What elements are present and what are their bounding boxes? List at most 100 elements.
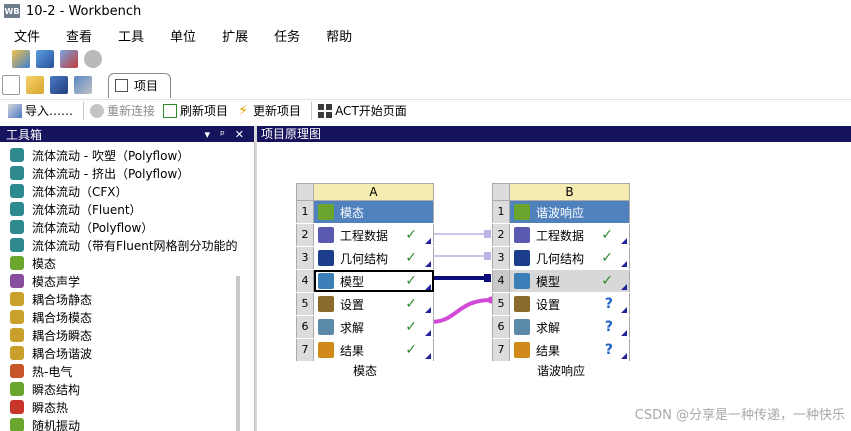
cell-component-icon — [514, 250, 530, 266]
system-cell[interactable]: 3 几何结构 ✓ — [492, 247, 630, 270]
cell-number: 5 — [296, 293, 314, 315]
analysis-system-icon — [10, 166, 24, 180]
menu-file[interactable]: 文件 — [0, 26, 52, 45]
header-corner — [492, 183, 510, 201]
act-start-page-button[interactable]: ACT开始页面 — [318, 102, 407, 119]
toolbox-item-label: 流体流动（Polyflow） — [32, 220, 154, 235]
reconnect-label: 重新连接 — [107, 104, 156, 118]
menu-view[interactable]: 查看 — [52, 26, 104, 45]
cell-label: 结果 — [536, 343, 561, 358]
cell-component-icon — [318, 342, 334, 358]
cell-number: 7 — [296, 339, 314, 361]
save-icon[interactable] — [36, 50, 54, 68]
toolbox-item-label: 耦合场瞬态 — [32, 328, 93, 343]
cell-label: 结果 — [340, 343, 365, 358]
system-cell[interactable]: 1 模态 — [296, 201, 434, 224]
tab-project[interactable]: 项目 — [108, 72, 172, 98]
system-cells: 1 模态 2 工程数据 ✓ 3 几何结构 ✓ 4 模型 ✓ 5 设置 ✓ 6 求解 ✓ 7 结果 ✓ — [296, 201, 434, 362]
cell-component-icon — [318, 227, 334, 243]
toolbox-item[interactable]: 耦合场模态 — [0, 308, 254, 326]
toolbox-item[interactable]: 耦合场谐波 — [0, 344, 254, 362]
new-project-icon[interactable] — [12, 50, 30, 68]
toolbox-item[interactable]: 耦合场瞬态 — [0, 326, 254, 344]
link-terminal — [484, 230, 491, 238]
system-cell[interactable]: 1 谐波响应 — [492, 201, 630, 224]
toolbox-item[interactable]: 随机振动 — [0, 416, 254, 431]
import-button[interactable]: 导入…… — [8, 102, 73, 119]
toolbox-list: 流体流动 - 吹塑（Polyflow） 流体流动 - 挤出（Polyflow） 流体… — [0, 142, 255, 431]
system-cell[interactable]: 4 模型 ✓ — [296, 270, 434, 293]
dropdown-arrow-icon[interactable]: ▾ — [205, 128, 211, 141]
menu-help[interactable]: 帮助 — [312, 26, 364, 45]
system-cell[interactable]: 7 结果 ✓ — [296, 339, 434, 362]
cell-number: 7 — [492, 339, 510, 361]
cell-number: 2 — [296, 224, 314, 246]
system-cell[interactable]: 6 求解? — [492, 316, 630, 339]
toolbox-item[interactable]: 模态声学 — [0, 272, 254, 290]
analysis-system-icon — [10, 346, 24, 360]
title-bar: WB 10-2 - Workbench — [0, 0, 851, 22]
system-name-label[interactable]: 模态 — [296, 362, 434, 379]
watermark-text: CSDN @分享是一种传递，一种快乐 — [634, 408, 845, 423]
cell-body: 谐波响应 — [510, 201, 630, 223]
toolbox-item[interactable]: 模态 — [0, 254, 254, 272]
toolbox-item-label: 随机振动 — [32, 418, 81, 431]
analysis-system-icon — [10, 400, 24, 414]
save-disk-icon[interactable] — [50, 76, 68, 94]
toolbox-item[interactable]: 流体流动（Polyflow） — [0, 218, 254, 236]
cell-number: 3 — [296, 247, 314, 269]
system-cell[interactable]: 2 工程数据 ✓ — [296, 224, 434, 247]
cell-context-triangle-icon — [621, 261, 627, 267]
new-file-icon[interactable] — [2, 75, 20, 95]
update-project-button[interactable]: ⚡ 更新项目 — [236, 102, 301, 119]
system-cell[interactable]: 6 求解 ✓ — [296, 316, 434, 339]
cell-context-triangle-icon — [621, 330, 627, 336]
toolbox-item[interactable]: 瞬态热 — [0, 398, 254, 416]
cell-body: 模态 — [314, 201, 434, 223]
cell-context-triangle-icon — [621, 353, 627, 359]
toolbox-scrollbar[interactable] — [236, 276, 240, 431]
cell-label: 工程数据 — [536, 228, 585, 243]
close-icon[interactable]: ✕ — [235, 128, 244, 141]
up-to-date-check-icon: ✓ — [405, 250, 417, 266]
refresh-project-button[interactable]: 刷新项目 — [163, 102, 228, 119]
cell-component-icon — [318, 204, 334, 220]
system-cell[interactable]: 5 设置 ✓ — [296, 293, 434, 316]
system-modal[interactable]: A 1 模态 2 工程数据 ✓ 3 几何结构 ✓ 4 模型 ✓ 5 设置 ✓ 6 求解 ✓ 7 结果 ✓ — [296, 183, 434, 362]
menu-tools[interactable]: 工具 — [104, 26, 156, 45]
toolbox-item[interactable]: 瞬态结构 — [0, 380, 254, 398]
toolbox-item[interactable]: 流体流动（CFX） — [0, 182, 254, 200]
system-cell[interactable]: 3 几何结构 ✓ — [296, 247, 434, 270]
menu-jobs[interactable]: 任务 — [260, 26, 312, 45]
cell-component-icon — [514, 319, 530, 335]
cell-body: 结果 ✓ — [314, 339, 434, 361]
system-harmonic-response[interactable]: B 1 谐波响应 2 工程数据 ✓ 3 几何结构 ✓ 4 模型 ✓ 5 设置? 6 求解? 7 结果? — [492, 183, 630, 362]
toolbox-item[interactable]: 耦合场静态 — [0, 290, 254, 308]
menu-extensions[interactable]: 扩展 — [208, 26, 260, 45]
save-as-icon[interactable] — [60, 50, 78, 68]
system-name-label[interactable]: 谐波响应 — [492, 362, 630, 379]
toolbox-item[interactable]: 流体流动 - 挤出（Polyflow） — [0, 164, 254, 182]
save-as-disk-icon[interactable] — [74, 76, 92, 94]
system-cell[interactable]: 7 结果? — [492, 339, 630, 362]
toolbar-tabs: 项目 — [0, 72, 851, 98]
system-cell[interactable]: 4 模型 ✓ — [492, 270, 630, 293]
analysis-system-icon — [10, 382, 24, 396]
toolbox-item-label: 耦合场谐波 — [32, 346, 93, 361]
toolbox-item[interactable]: 流体流动（带有Fluent网格剖分功能的 — [0, 236, 254, 254]
system-cell[interactable]: 5 设置? — [492, 293, 630, 316]
toolbox-item[interactable]: 流体流动（Fluent） — [0, 200, 254, 218]
analysis-system-icon — [10, 148, 24, 162]
open-folder-icon[interactable] — [26, 76, 44, 94]
system-cell[interactable]: 2 工程数据 ✓ — [492, 224, 630, 247]
toolbox-item[interactable]: 流体流动 - 吹塑（Polyflow） — [0, 146, 254, 164]
cell-label: 求解 — [536, 320, 561, 335]
menu-units[interactable]: 单位 — [156, 26, 208, 45]
column-letter: A — [314, 183, 434, 201]
reconnect-button[interactable]: 重新连接 — [90, 102, 155, 119]
column-letter: B — [510, 183, 630, 201]
pin-icon[interactable]: ᵖ — [220, 128, 225, 141]
tab-project-label: 项目 — [134, 79, 159, 93]
toolbox-item[interactable]: 热-电气 — [0, 362, 254, 380]
cell-label: 模型 — [340, 274, 365, 289]
